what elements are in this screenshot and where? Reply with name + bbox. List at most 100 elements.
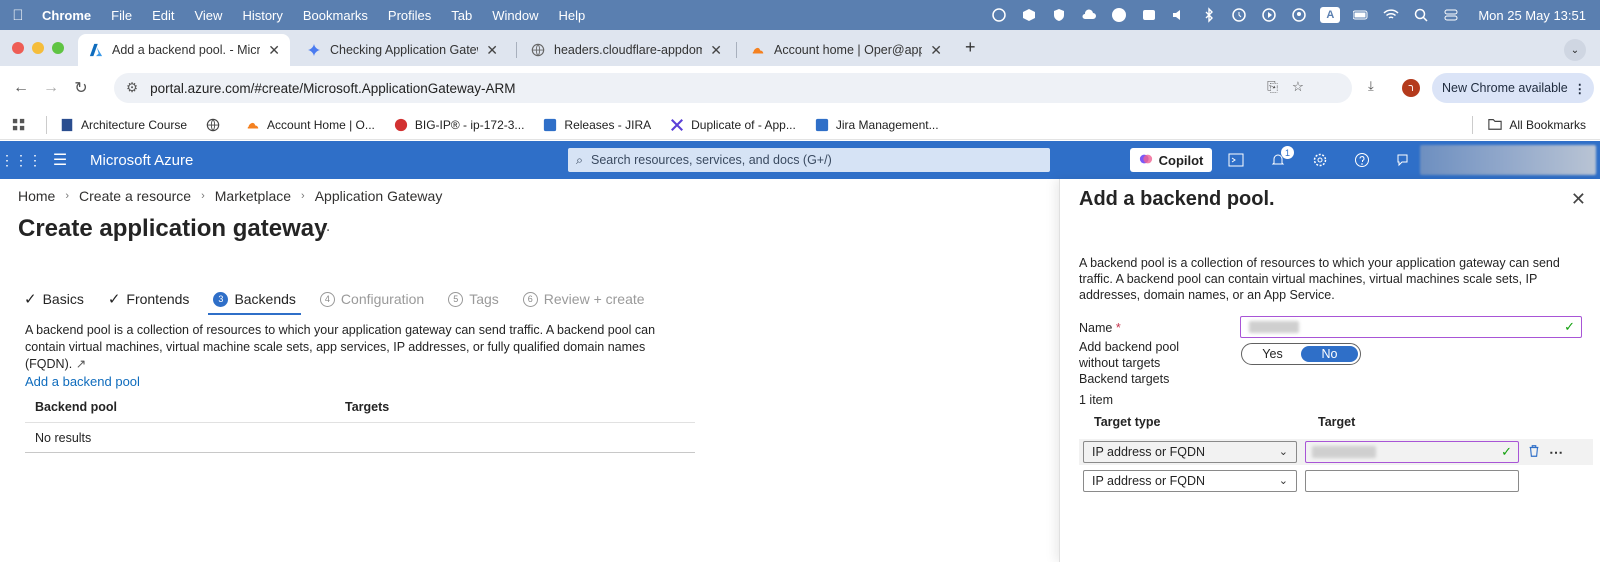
add-backend-pool-link[interactable]: Add a backend pool (25, 374, 140, 389)
toggle-no[interactable]: No (1301, 346, 1358, 362)
settings-gear-icon[interactable] (1310, 150, 1330, 170)
browser-tab[interactable]: Checking Application Gatewa ✕ (296, 34, 508, 66)
menu-window[interactable]: Window (482, 8, 548, 23)
cloud-shell-icon[interactable] (1226, 150, 1246, 170)
tab-backends[interactable]: 3 Backends (208, 291, 302, 315)
without-targets-toggle[interactable]: Yes No (1241, 343, 1361, 365)
sync-icon[interactable] (990, 6, 1008, 24)
new-tab-button[interactable]: + (965, 37, 976, 58)
col-targets[interactable]: Targets (345, 400, 389, 414)
feedback-icon[interactable] (1394, 150, 1414, 170)
external-link-icon[interactable]: ↗ (76, 357, 86, 371)
address-bar[interactable]: ⚙ portal.azure.com/#create/Microsoft.App… (114, 73, 1352, 103)
account-info-redacted[interactable] (1420, 145, 1596, 175)
browser-tab[interactable]: Account home | Oper@appdo ✕ (740, 34, 952, 66)
notifications-icon[interactable]: 1 (1268, 146, 1294, 170)
trash-icon[interactable] (1527, 444, 1541, 461)
tab-configuration[interactable]: 4 Configuration (319, 291, 424, 315)
close-tab-icon[interactable]: ✕ (486, 42, 498, 59)
bookmark-item[interactable]: Releases - JIRA (542, 117, 651, 133)
close-window-button[interactable] (12, 42, 24, 54)
bookmark-item[interactable]: Duplicate of - App... (669, 117, 796, 133)
tab-review-create[interactable]: 6 Review + create (522, 291, 645, 315)
bookmark-item[interactable] (205, 117, 227, 133)
toggle-yes[interactable]: Yes (1244, 346, 1301, 362)
box-icon[interactable] (1020, 6, 1038, 24)
azure-search-input[interactable]: ⌕ Search resources, services, and docs (… (568, 148, 1050, 172)
kebab-menu-icon[interactable]: ⋮ (1574, 81, 1587, 96)
download-icon[interactable]: ⤓ (1368, 78, 1374, 94)
help-icon[interactable] (1352, 150, 1372, 170)
target-input[interactable]: ✓ (1305, 441, 1519, 463)
col-backend-pool[interactable]: Backend pool (25, 400, 345, 414)
wifi-icon[interactable] (1382, 6, 1400, 24)
bluetooth-icon[interactable] (1200, 6, 1218, 24)
target-type-select[interactable]: IP address or FQDN ⌄ (1083, 470, 1297, 492)
all-bookmarks-button[interactable]: All Bookmarks (1472, 116, 1586, 134)
control-center-icon[interactable] (1442, 6, 1460, 24)
forward-arrow-icon[interactable]: → (36, 79, 66, 97)
menubar-clock[interactable]: Mon 25 May 13:51 (1478, 8, 1586, 23)
site-settings-icon[interactable]: ⚙ (126, 80, 138, 96)
close-tab-icon[interactable]: ✕ (710, 42, 722, 59)
battery-icon[interactable] (1352, 6, 1370, 24)
menu-profiles[interactable]: Profiles (378, 8, 441, 23)
azure-brand[interactable]: Microsoft Azure (90, 152, 193, 169)
shield-check-icon[interactable] (1050, 6, 1068, 24)
name-input[interactable]: ✓ (1240, 316, 1582, 338)
menu-help[interactable]: Help (549, 8, 596, 23)
cloud-icon[interactable] (1080, 6, 1098, 24)
menu-bookmarks[interactable]: Bookmarks (293, 8, 378, 23)
photo-icon[interactable] (1140, 6, 1158, 24)
breadcrumb-create-resource[interactable]: Create a resource (79, 188, 191, 204)
tab-basics[interactable]: ✓ Basics (24, 290, 84, 316)
breadcrumb-marketplace[interactable]: Marketplace (215, 188, 291, 204)
target-type-select[interactable]: IP address or FQDN ⌄ (1083, 441, 1297, 463)
breadcrumb-app-gateway[interactable]: Application Gateway (315, 188, 443, 204)
bookmark-item[interactable]: Account Home | O... (245, 117, 375, 133)
close-tab-icon[interactable]: ✕ (268, 42, 280, 59)
tab-search-chevron-icon[interactable]: ⌄ (1564, 39, 1586, 61)
menu-view[interactable]: View (184, 8, 232, 23)
reload-icon[interactable]: ↻ (66, 78, 96, 98)
breadcrumb-home[interactable]: Home (18, 188, 55, 204)
bookmark-item[interactable]: BIG-IP® - ip-172-3... (393, 117, 524, 133)
minimize-window-button[interactable] (32, 42, 44, 54)
install-app-icon[interactable]: ⎘ (1267, 79, 1278, 95)
time-machine-icon[interactable] (1230, 6, 1248, 24)
play-icon[interactable] (1260, 6, 1278, 24)
profile-avatar[interactable]: ר (1402, 79, 1420, 97)
row-more-icon[interactable]: ⋯ (1549, 444, 1563, 461)
close-icon[interactable]: ✕ (1571, 189, 1586, 210)
browser-tab[interactable]: headers.cloudflare-appdome ✕ (520, 34, 732, 66)
zoom-window-button[interactable] (52, 42, 64, 54)
bookmark-item[interactable]: Architecture Course (59, 117, 187, 133)
menu-history[interactable]: History (232, 8, 292, 23)
tab-frontends[interactable]: ✓ Frontends (108, 290, 190, 316)
chrome-update-button[interactable]: New Chrome available ⋮ (1432, 73, 1594, 103)
back-arrow-icon[interactable]: ← (6, 79, 36, 97)
copilot-button[interactable]: Copilot (1130, 148, 1212, 172)
spotlight-icon[interactable] (1412, 6, 1430, 24)
user-icon[interactable] (1290, 6, 1308, 24)
apps-grid-icon[interactable] (12, 118, 26, 132)
close-tab-icon[interactable]: ✕ (930, 42, 942, 59)
bookmark-star-icon[interactable]: ☆ (1292, 79, 1304, 95)
volume-icon[interactable] (1170, 6, 1188, 24)
more-options-icon[interactable]: ... (317, 218, 330, 236)
menu-app-chrome[interactable]: Chrome (36, 8, 101, 23)
url-text[interactable]: portal.azure.com/#create/Microsoft.Appli… (150, 81, 515, 96)
menu-file[interactable]: File (101, 8, 142, 23)
target-row: IP address or FQDN ⌄ ✓ ⋯ (1079, 439, 1593, 465)
menu-edit[interactable]: Edit (142, 8, 184, 23)
app-launcher-icon[interactable]: ⋮⋮⋮ (0, 152, 42, 169)
bookmark-item[interactable]: Jira Management... (814, 117, 939, 133)
menu-tab[interactable]: Tab (441, 8, 482, 23)
zoom-icon[interactable] (1110, 6, 1128, 24)
hamburger-menu-icon[interactable]: ☰ (40, 150, 80, 170)
tab-tags[interactable]: 5 Tags (448, 291, 499, 315)
target-input[interactable] (1305, 470, 1519, 492)
apple-icon[interactable]:  (0, 7, 36, 24)
browser-tab-active[interactable]: Add a backend pool. - Micros ✕ (78, 34, 290, 66)
input-source-badge[interactable]: A (1320, 7, 1341, 23)
